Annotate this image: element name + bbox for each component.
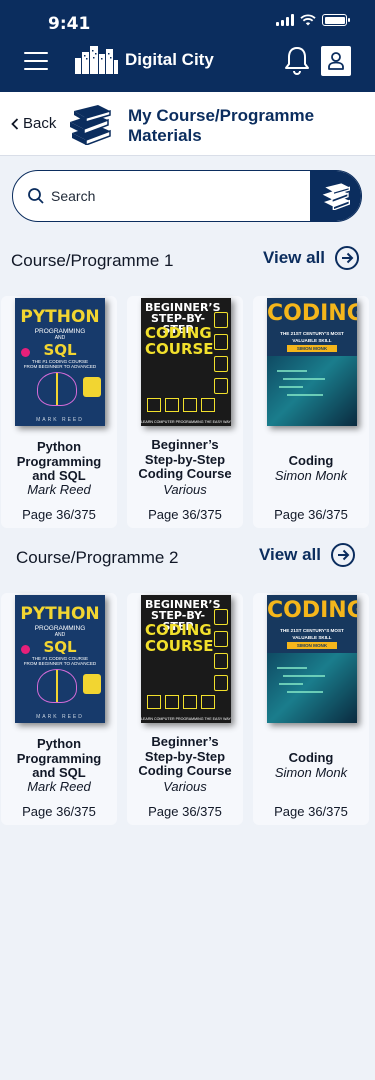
book-cover-python: PYTHON PROGRAMMING AND SQL THE #1 CODING… <box>15 298 105 426</box>
library-search-button[interactable] <box>310 171 361 221</box>
book-author: Mark Reed <box>27 482 91 497</box>
book-card[interactable]: BEGINNER’S STEP-BY-STEP CODING COURSE LE… <box>127 593 243 825</box>
book-author: Various <box>163 482 207 497</box>
app-title: Digital City <box>125 50 214 69</box>
book-page-progress: Page 36/375 <box>148 507 222 522</box>
book-cover-python: PYTHON PROGRAMMING AND SQL THE #1 CODING… <box>15 595 105 723</box>
chevron-left-icon <box>11 117 19 130</box>
notification-bell-icon[interactable] <box>283 45 311 75</box>
search-icon <box>28 188 44 204</box>
page-header: Back My Course/Programme Materials <box>0 92 375 156</box>
top-app-bar: 9:41 Digital City <box>0 0 375 92</box>
signal-icon <box>276 14 294 26</box>
book-author: Mark Reed <box>27 779 91 794</box>
book-card[interactable]: PYTHON PROGRAMMING AND SQL THE #1 CODING… <box>1 593 117 825</box>
book-cover-beginner: BEGINNER’S STEP-BY-STEP CODING COURSE LE… <box>141 298 231 426</box>
view-all-button[interactable]: View all <box>263 246 359 270</box>
books-icon <box>322 182 350 210</box>
section-header: Course/Programme 2 View all <box>0 543 375 573</box>
battery-icon <box>322 14 350 26</box>
book-title: Python Programming and SQL <box>16 736 102 780</box>
book-title: Coding <box>288 750 334 765</box>
book-page-progress: Page 36/375 <box>274 804 348 819</box>
status-icons <box>276 14 350 26</box>
view-all-button[interactable]: View all <box>259 543 355 567</box>
book-title: Beginner’s Step-by-Step Coding Course <box>138 437 232 481</box>
book-author: Various <box>163 779 207 794</box>
book-card[interactable]: PYTHON PROGRAMMING AND SQL THE #1 CODING… <box>1 296 117 528</box>
arrow-right-icon <box>335 246 359 270</box>
section-title: Course/Programme 1 <box>11 251 174 270</box>
back-label: Back <box>23 115 57 132</box>
book-cover-beginner: BEGINNER’S STEP-BY-STEP CODING COURSE LE… <box>141 595 231 723</box>
book-author: Simon Monk <box>274 765 348 780</box>
wifi-icon <box>300 14 316 26</box>
book-author: Simon Monk <box>274 468 348 483</box>
book-title: Python Programming and SQL <box>16 439 102 483</box>
books-icon <box>70 105 111 145</box>
book-cover-coding: CODING THE 21ST CENTURY’S MOST VALUABLE … <box>267 595 357 723</box>
search-input[interactable] <box>51 171 311 220</box>
book-title: Beginner’s Step-by-Step Coding Course <box>138 734 232 778</box>
menu-button[interactable] <box>24 52 48 72</box>
search-bar <box>12 170 362 222</box>
book-page-progress: Page 36/375 <box>22 507 96 522</box>
view-all-label: View all <box>258 545 321 564</box>
arrow-right-icon <box>331 543 355 567</box>
profile-button[interactable] <box>321 46 351 76</box>
book-title: Coding <box>288 453 334 468</box>
back-button[interactable]: Back <box>11 115 56 132</box>
view-all-label: View all <box>262 248 325 267</box>
book-cover-coding: CODING THE 21ST CENTURY’S MOST VALUABLE … <box>267 298 357 426</box>
book-page-progress: Page 36/375 <box>274 507 348 522</box>
page-title: My Course/Programme Materials <box>128 106 315 145</box>
section-header: Course/Programme 1 View all <box>0 246 375 276</box>
city-logo-icon <box>75 46 118 74</box>
book-page-progress: Page 36/375 <box>22 804 96 819</box>
status-time: 9:41 <box>48 14 91 34</box>
section-title: Course/Programme 2 <box>16 548 179 567</box>
book-page-progress: Page 36/375 <box>148 804 222 819</box>
book-card[interactable]: BEGINNER’S STEP-BY-STEP CODING COURSE LE… <box>127 296 243 528</box>
book-card[interactable]: CODING THE 21ST CENTURY’S MOST VALUABLE … <box>253 296 369 528</box>
book-card[interactable]: CODING THE 21ST CENTURY’S MOST VALUABLE … <box>253 593 369 825</box>
user-icon <box>328 52 344 70</box>
